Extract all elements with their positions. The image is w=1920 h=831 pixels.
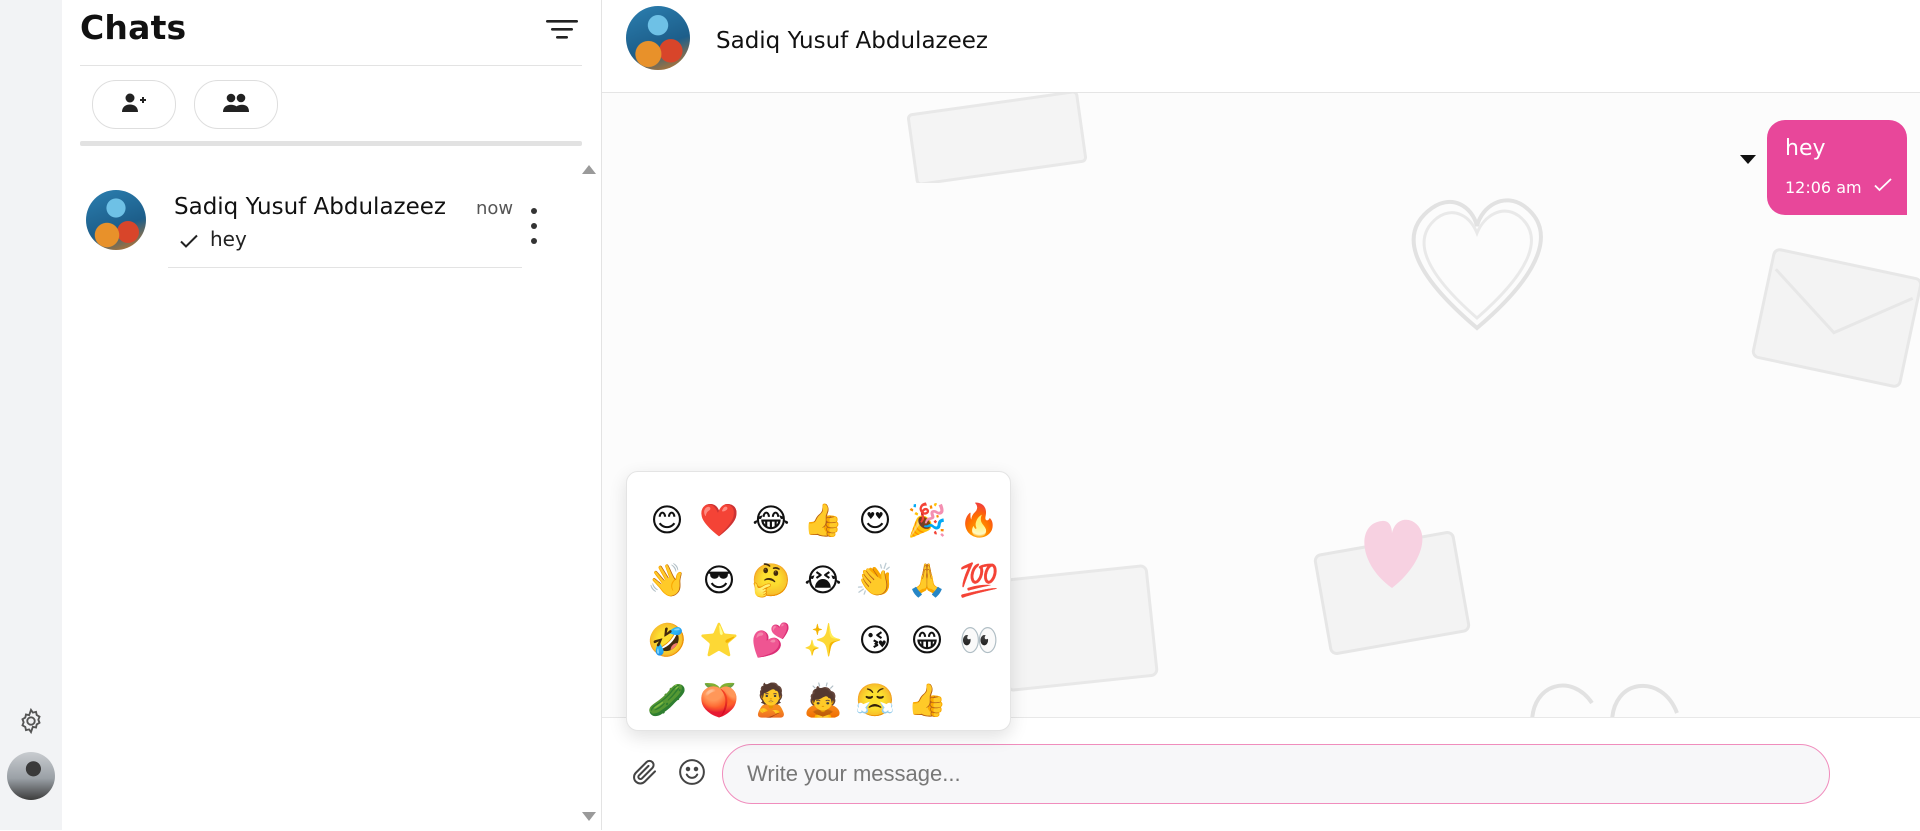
avatar[interactable] [7,752,55,800]
more-options-icon[interactable] [524,208,544,244]
message-bubble[interactable]: hey 12:06 am [1767,120,1907,215]
last-message-preview: hey [210,227,247,251]
emoji-option[interactable]: 🙇 [797,670,849,730]
emoji-option[interactable]: 🔥 [953,490,1005,550]
emoji-option[interactable]: 😊 [641,490,693,550]
emoji-picker: 😊 ❤️ 😂 👍 😍 🎉 🔥 👋 😎 🤔 😭 👏 🙏 💯 🤣 ⭐ 💕 ✨ 😘 😁 👀 🥒 🍑 🙎 🙇 😤 👍 [626,471,1011,731]
add-contact-button[interactable] [92,80,176,129]
divider [168,267,522,268]
emoji-option[interactable]: 😍 [849,490,901,550]
add-user-icon [121,92,147,118]
envelope-doodle-icon [906,93,1088,183]
message-input[interactable] [722,744,1830,804]
scroll-up-arrow[interactable] [582,165,596,174]
emoji-option[interactable]: 🙏 [901,550,953,610]
emoji-option[interactable]: 😘 [849,610,901,670]
emoji-option[interactable]: 👀 [953,610,1005,670]
emoji-option[interactable]: ✨ [797,610,849,670]
app-rail [0,0,63,830]
tab-indicator [80,141,582,146]
emoji-grid: 😊 ❤️ 😂 👍 😍 🎉 🔥 👋 😎 🤔 😭 👏 🙏 💯 🤣 ⭐ 💕 ✨ 😘 😁 👀 🥒 🍑 🙎 🙇 😤 👍 [641,490,1005,730]
message-time: 12:06 am [1785,178,1862,197]
envelope-doodle-icon [1751,248,1920,388]
avatar[interactable] [626,6,690,70]
emoji-option[interactable]: 😂 [745,490,797,550]
message-options-icon[interactable] [1740,155,1756,164]
emoji-option[interactable]: 💯 [953,550,1005,610]
avatar [86,190,146,250]
emoji-option[interactable]: 👍 [797,490,849,550]
emoji-option[interactable]: 🤣 [641,610,693,670]
divider [80,65,582,66]
filter-icon[interactable] [542,12,582,46]
emoji-option[interactable]: 👍 [901,670,953,730]
check-icon [1873,176,1893,198]
check-icon [178,230,200,252]
paperclip-icon[interactable] [628,755,662,789]
emoji-option[interactable]: 👏 [849,550,901,610]
emoji-option[interactable]: 🙎 [745,670,797,730]
heart-doodle-icon [1530,683,1679,717]
emoji-option[interactable]: 👋 [641,550,693,610]
gear-icon[interactable] [15,705,47,737]
emoji-option[interactable]: 😁 [901,610,953,670]
envelope-heart-icon [1313,519,1471,655]
page-title: Chats [80,8,187,47]
envelope-doodle-icon [995,564,1159,692]
scroll-down-arrow[interactable] [582,812,596,821]
message-text: hey [1785,136,1826,161]
emoji-option[interactable]: 😭 [797,550,849,610]
emoji-icon[interactable] [675,755,709,789]
emoji-option[interactable]: ⭐ [693,610,745,670]
heart-doodle-icon [1411,198,1543,331]
emoji-option[interactable]: ❤️ [693,490,745,550]
list-item[interactable]: Sadiq Yusuf Abdulazeez now hey [80,182,580,270]
emoji-option[interactable]: 😎 [693,550,745,610]
conversation-header: Sadiq Yusuf Abdulazeez [602,0,1920,93]
emoji-option[interactable]: 🍑 [693,670,745,730]
message-composer [602,717,1920,831]
chat-list-panel: Chats Sadiq Yusuf Abdulazeez now hey [62,0,602,830]
emoji-option[interactable]: 😤 [849,670,901,730]
contact-name: Sadiq Yusuf Abdulazeez [174,194,446,220]
emoji-option[interactable]: 🤔 [745,550,797,610]
timestamp: now [476,198,514,219]
group-icon [222,92,250,118]
emoji-option[interactable]: 🥒 [641,670,693,730]
contact-name[interactable]: Sadiq Yusuf Abdulazeez [716,28,988,54]
emoji-option[interactable]: 🎉 [901,490,953,550]
emoji-option[interactable]: 💕 [745,610,797,670]
new-group-button[interactable] [194,80,278,129]
